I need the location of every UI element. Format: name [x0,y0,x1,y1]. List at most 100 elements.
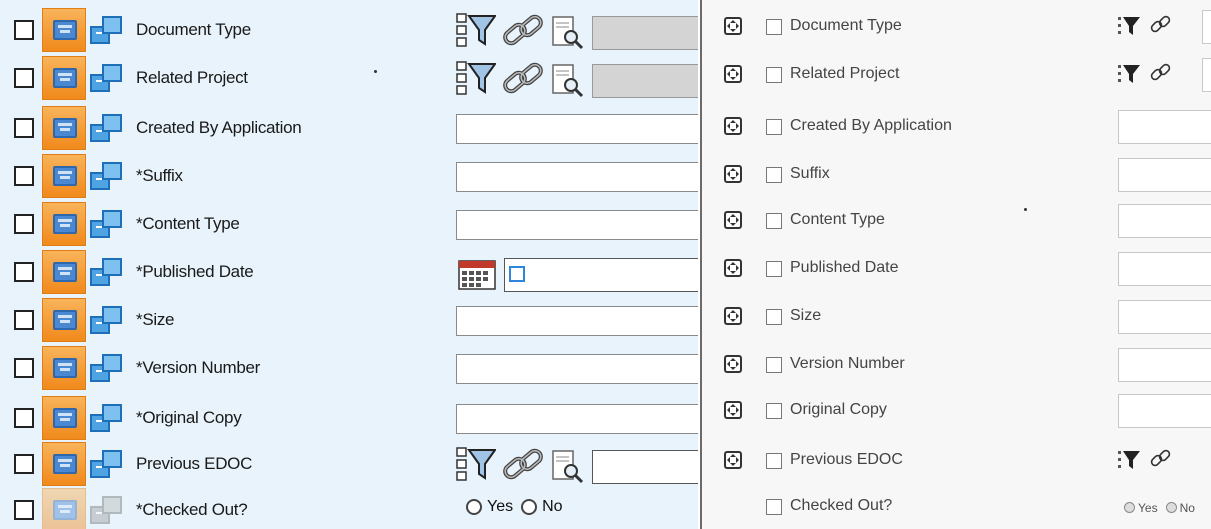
row-select-checkbox[interactable] [766,499,782,515]
radio-no[interactable] [1165,502,1177,514]
radio-no[interactable] [521,499,538,515]
link-icon[interactable] [1150,62,1172,84]
expand-arrows-icon[interactable] [724,259,742,277]
expand-arrows-icon[interactable] [724,401,742,419]
magnifier-page-icon[interactable] [552,64,584,98]
copy-windows-icon[interactable] [90,62,128,96]
filter-icon[interactable] [456,12,497,48]
row-select-checkbox[interactable] [14,408,34,428]
copy-windows-icon[interactable] [90,208,128,242]
field-text-input[interactable] [456,114,698,144]
row-select-checkbox[interactable] [14,262,34,282]
field-text-input[interactable] [456,404,698,434]
form-row: Suffix [702,150,1211,198]
row-select-checkbox[interactable] [14,118,34,138]
form-row: Document Type [0,6,698,54]
expand-arrows-icon[interactable] [724,451,742,469]
field-text-input[interactable] [456,354,698,384]
filter-icon[interactable] [1118,450,1140,470]
field-properties-icon[interactable] [42,396,86,440]
expand-arrows-icon[interactable] [724,117,742,135]
field-properties-icon[interactable] [42,154,86,198]
field-text-input[interactable] [456,162,698,192]
field-text-input[interactable] [1118,252,1211,286]
row-select-checkbox[interactable] [766,167,782,183]
row-select-checkbox[interactable] [14,68,34,88]
expand-arrows-icon[interactable] [724,17,742,35]
row-select-checkbox[interactable] [766,119,782,135]
row-select-checkbox[interactable] [14,214,34,234]
field-label: Version Number [790,355,905,372]
filter-icon[interactable] [1118,64,1140,84]
row-select-checkbox[interactable] [766,19,782,35]
row-select-checkbox[interactable] [766,309,782,325]
row-select-checkbox[interactable] [14,310,34,330]
field-text-input[interactable] [1118,300,1211,334]
expand-arrows-icon[interactable] [724,307,742,325]
field-properties-icon[interactable] [42,202,86,246]
field-text-input[interactable] [456,306,698,336]
row-select-checkbox[interactable] [14,500,34,520]
magnifier-page-icon[interactable] [552,450,584,484]
filter-icon[interactable] [456,446,497,482]
copy-windows-icon[interactable] [90,494,128,528]
expand-arrows-icon[interactable] [724,355,742,373]
copy-windows-icon[interactable] [90,402,128,436]
field-text-input[interactable] [1118,158,1211,192]
copy-window-front [102,354,122,372]
expand-arrows-icon[interactable] [724,211,742,229]
field-text-input[interactable] [1118,348,1211,382]
row-select-checkbox[interactable] [766,213,782,229]
field-properties-icon[interactable] [42,346,86,390]
copy-windows-icon[interactable] [90,256,128,290]
filter-icon[interactable] [1118,16,1140,36]
field-text-input[interactable] [1118,394,1211,428]
field-properties-icon[interactable] [42,488,86,529]
copy-windows-icon[interactable] [90,14,128,48]
radio-yes[interactable] [466,499,482,515]
row-select-checkbox[interactable] [14,20,34,40]
field-properties-icon[interactable] [42,250,86,294]
row-select-checkbox[interactable] [766,67,782,83]
field-properties-icon[interactable] [42,442,86,486]
link-icon[interactable] [502,60,544,98]
field-properties-icon[interactable] [42,8,86,52]
lookup-value-input[interactable] [592,450,698,484]
link-icon[interactable] [502,12,544,50]
row-select-checkbox[interactable] [766,357,782,373]
copy-windows-icon[interactable] [90,304,128,338]
stray-dot [374,70,377,73]
copy-windows-icon[interactable] [90,112,128,146]
row-select-checkbox[interactable] [14,358,34,378]
lookup-value-input[interactable] [1202,58,1211,92]
expand-arrows-icon[interactable] [724,65,742,83]
filter-icon[interactable] [456,60,497,96]
copy-windows-icon[interactable] [90,448,128,482]
copy-windows-icon[interactable] [90,160,128,194]
field-label: Created By Application [790,117,952,134]
row-select-checkbox[interactable] [14,166,34,186]
field-properties-icon[interactable] [42,298,86,342]
link-icon[interactable] [1150,14,1172,36]
lookup-value-input[interactable] [592,64,698,98]
radio-yes[interactable] [1124,502,1135,514]
expand-arrows-icon[interactable] [724,165,742,183]
lookup-value-input[interactable] [592,16,698,50]
field-properties-icon[interactable] [42,56,86,100]
copy-windows-icon[interactable] [90,352,128,386]
field-text-input[interactable] [1118,110,1211,144]
link-icon[interactable] [502,446,544,484]
row-select-checkbox[interactable] [766,453,782,469]
row-select-checkbox[interactable] [14,454,34,474]
calendar-icon[interactable] [458,260,496,290]
lookup-value-input[interactable] [1202,10,1211,44]
link-icon[interactable] [1150,448,1172,470]
field-properties-icon[interactable] [42,106,86,150]
row-select-checkbox[interactable] [766,403,782,419]
row-select-checkbox[interactable] [766,261,782,277]
date-input[interactable] [504,258,698,292]
date-input-checkbox[interactable] [509,266,525,282]
field-text-input[interactable] [456,210,698,240]
magnifier-page-icon[interactable] [552,16,584,50]
field-text-input[interactable] [1118,204,1211,238]
